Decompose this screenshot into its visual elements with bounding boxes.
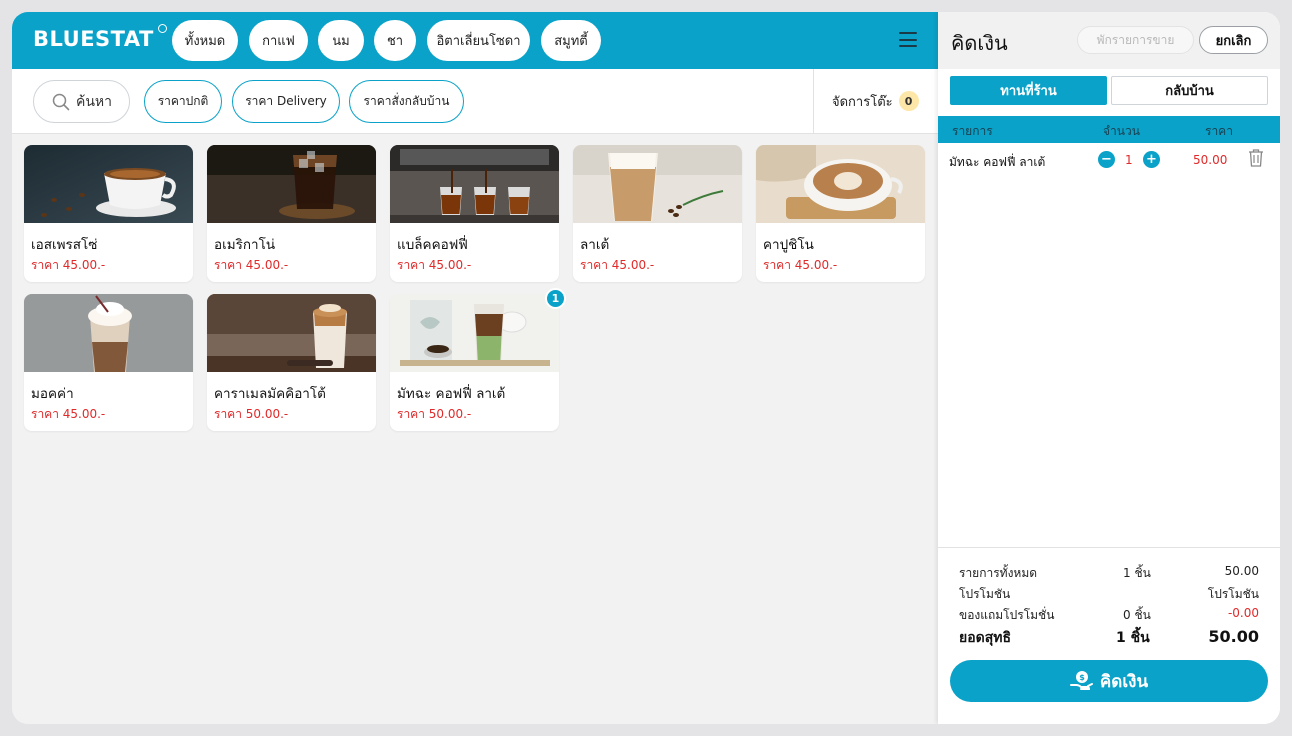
app-frame: BLUESTAT ทั้งหมด กาแฟ นม ชา อิตาเลี่ยนโซ… — [12, 12, 1280, 724]
order-item-name: มัทฉะ คอฟฟี่ ลาเต้ — [949, 155, 1046, 169]
cappuccino-photo — [756, 145, 925, 223]
cancel-button[interactable]: ยกเลิก — [1199, 26, 1268, 54]
price-mode-normal[interactable]: ราคาปกติ — [144, 80, 222, 123]
product-area: BLUESTAT ทั้งหมด กาแฟ นม ชา อิตาเลี่ยนโซ… — [12, 12, 938, 724]
product-price: ราคา 45.00.- — [397, 258, 472, 272]
product-price: ราคา 45.00.- — [580, 258, 655, 272]
decrease-qty-button[interactable]: − — [1098, 151, 1115, 168]
summary-value: 50.00 — [1224, 564, 1259, 578]
product-card-black-coffee[interactable]: แบล็คคอฟฟี่ ราคา 45.00.- — [390, 145, 559, 282]
tab-dine-in[interactable]: ทานที่ร้าน — [950, 76, 1107, 105]
americano-photo — [207, 145, 376, 223]
hold-sale-button[interactable]: พักรายการขาย — [1077, 26, 1194, 54]
table-manage-button[interactable]: จัดการโต๊ะ 0 — [813, 69, 938, 133]
column-qty: จำนวน — [1103, 124, 1140, 138]
product-name: มัทฉะ คอฟฟี่ ลาเต้ — [397, 386, 506, 402]
search-label: ค้นหา — [76, 93, 113, 110]
price-mode-delivery[interactable]: ราคา Delivery — [232, 80, 340, 123]
product-name: อเมริกาโน่ — [214, 237, 276, 253]
summary-label: รายการทั้งหมด — [959, 566, 1038, 580]
product-price: ราคา 50.00.- — [397, 407, 472, 421]
product-card-mocha[interactable]: มอคค่า ราคา 45.00.- — [24, 294, 193, 431]
app-logo: BLUESTAT — [33, 27, 154, 51]
search-button[interactable]: ค้นหา — [33, 80, 130, 123]
tab-takeaway[interactable]: กลับบ้าน — [1111, 76, 1268, 105]
category-coffee[interactable]: กาแฟ — [249, 20, 308, 61]
product-card-matcha-coffee-latte[interactable]: มัทฉะ คอฟฟี่ ลาเต้ ราคา 50.00.- — [390, 294, 559, 431]
column-price: ราคา — [1205, 124, 1233, 138]
money-hand-icon: $ — [1069, 671, 1093, 690]
product-card-latte[interactable]: ลาเต้ ราคา 45.00.- — [573, 145, 742, 282]
product-card-espresso[interactable]: เอสเพรสโซ่ ราคา 45.00.- — [24, 145, 193, 282]
product-name: ลาเต้ — [580, 237, 610, 253]
summary-label: ยอดสุทธิ — [959, 630, 1012, 646]
category-milk[interactable]: นม — [318, 20, 364, 61]
summary-value: 50.00 — [1208, 627, 1259, 646]
column-item: รายการ — [952, 124, 993, 138]
pay-label: คิดเงิน — [1099, 671, 1149, 692]
product-price: ราคา 45.00.- — [31, 407, 106, 421]
price-mode-takeaway[interactable]: ราคาสั่งกลับบ้าน — [349, 80, 464, 123]
espresso-photo — [24, 145, 193, 223]
product-price: ราคา 45.00.- — [31, 258, 106, 272]
checkout-panel: คิดเงิน พักรายการขาย ยกเลิก ทานที่ร้าน ก… — [938, 12, 1280, 724]
increase-qty-button[interactable]: + — [1143, 151, 1160, 168]
summary-qty: 0 ชิ้น — [1123, 608, 1151, 622]
caramel-macchiato-photo — [207, 294, 376, 372]
table-manage-label: จัดการโต๊ะ — [832, 94, 893, 110]
summary-label: ของแถมโปรโมชั่น — [959, 608, 1055, 622]
category-smoothie[interactable]: สมูทตี้ — [541, 20, 601, 61]
product-price: ราคา 45.00.- — [763, 258, 838, 272]
table-count-badge: 0 — [898, 91, 919, 111]
product-name: แบล็คคอฟฟี่ — [397, 237, 468, 253]
category-italian-soda[interactable]: อิตาเลี่ยนโซดา — [427, 20, 530, 61]
product-name: มอคค่า — [31, 386, 74, 402]
cart-quantity-badge: 1 — [545, 288, 566, 309]
summary-value: -0.00 — [1227, 606, 1259, 620]
product-name: คาราเมลมัคคิอาโต้ — [214, 386, 326, 402]
svg-text:$: $ — [1079, 673, 1085, 682]
registered-mark-icon — [158, 24, 167, 33]
order-item-qty: 1 — [1125, 153, 1133, 167]
summary-qty: 1 ชิ้น — [1123, 566, 1151, 580]
product-price: ราคา 45.00.- — [214, 258, 289, 272]
product-card-cappuccino[interactable]: คาปูชิโน ราคา 45.00.- — [756, 145, 925, 282]
product-card-americano[interactable]: อเมริกาโน่ ราคา 45.00.- — [207, 145, 376, 282]
order-item-price: 50.00 — [1193, 153, 1228, 167]
latte-photo — [573, 145, 742, 223]
mocha-photo — [24, 294, 193, 372]
hamburger-menu-icon[interactable] — [899, 32, 917, 48]
matcha-coffee-latte-photo — [390, 294, 559, 372]
pay-button[interactable]: $ คิดเงิน — [950, 660, 1268, 702]
category-all[interactable]: ทั้งหมด — [172, 20, 238, 61]
summary-qty: 1 ชิ้น — [1116, 630, 1150, 646]
product-card-caramel-macchiato[interactable]: คาราเมลมัคคิอาโต้ ราคา 50.00.- — [207, 294, 376, 431]
filter-toolbar: ค้นหา ราคาปกติ ราคา Delivery ราคาสั่งกลั… — [12, 69, 938, 134]
summary-value: โปรโมชัน — [1207, 587, 1259, 601]
search-icon — [52, 93, 70, 110]
category-bar: BLUESTAT ทั้งหมด กาแฟ นม ชา อิตาเลี่ยนโซ… — [12, 12, 938, 69]
order-list-header: รายการ จำนวน ราคา — [938, 116, 1280, 143]
order-item-row: มัทฉะ คอฟฟี่ ลาเต้ − 1 + 50.00 — [938, 148, 1280, 174]
category-tea[interactable]: ชา — [374, 20, 416, 61]
checkout-title: คิดเงิน — [951, 31, 1008, 55]
summary-label: โปรโมชัน — [959, 587, 1011, 601]
checkout-header: คิดเงิน พักรายการขาย ยกเลิก — [938, 12, 1280, 69]
product-name: เอสเพรสโซ่ — [31, 237, 98, 253]
product-name: คาปูชิโน — [763, 237, 814, 253]
black-coffee-photo — [390, 145, 559, 223]
product-price: ราคา 50.00.- — [214, 407, 289, 421]
trash-icon[interactable] — [1247, 148, 1265, 168]
